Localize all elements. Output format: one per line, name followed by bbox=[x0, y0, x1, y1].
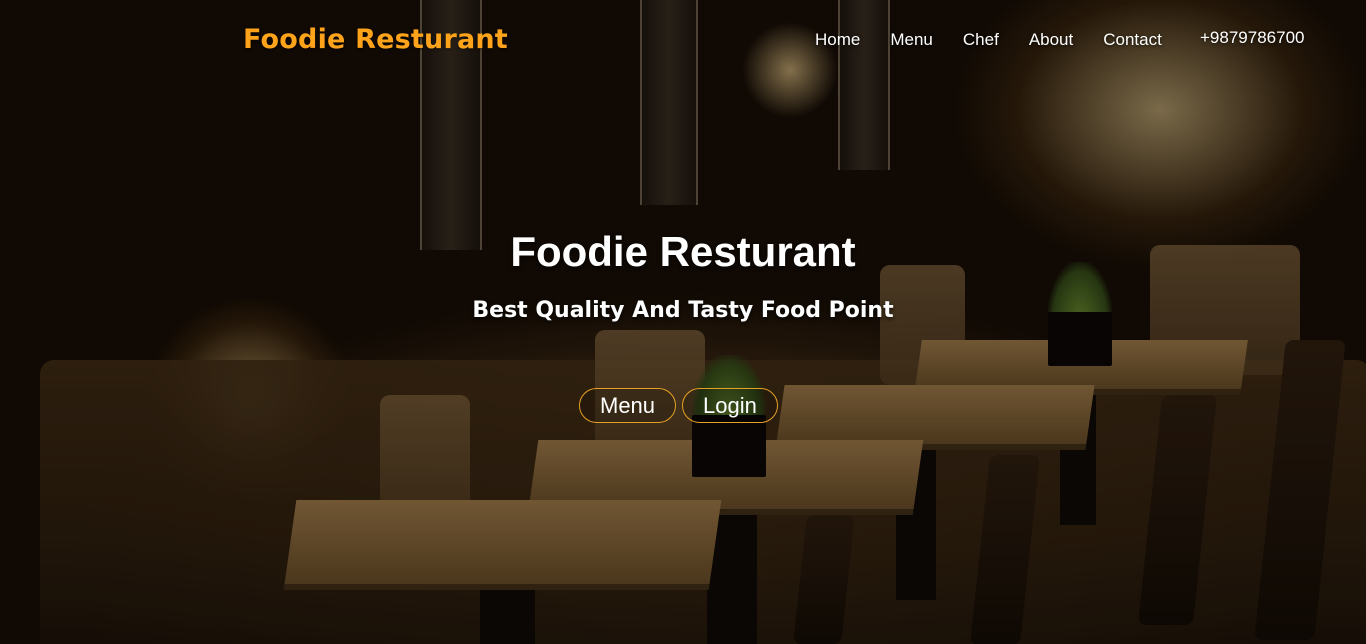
nav-chef[interactable]: Chef bbox=[963, 30, 999, 50]
phone-number[interactable]: +9879786700 bbox=[1200, 28, 1304, 48]
nav-home[interactable]: Home bbox=[815, 30, 860, 50]
hero-subtitle: Best Quality And Tasty Food Point bbox=[472, 298, 894, 323]
nav-about[interactable]: About bbox=[1029, 30, 1073, 50]
nav-contact[interactable]: Contact bbox=[1103, 30, 1162, 50]
main-nav: Home Menu Chef About Contact bbox=[815, 30, 1192, 50]
menu-button[interactable]: Menu bbox=[579, 388, 677, 423]
brand-logo[interactable]: Foodie Resturant bbox=[243, 24, 508, 55]
hero-title: Foodie Resturant bbox=[510, 228, 856, 275]
nav-menu[interactable]: Menu bbox=[890, 30, 933, 50]
login-button[interactable]: Login bbox=[682, 388, 778, 423]
hero-buttons: Menu Login bbox=[579, 388, 778, 423]
hero-section: Foodie Resturant Home Menu Chef About Co… bbox=[0, 0, 1366, 644]
